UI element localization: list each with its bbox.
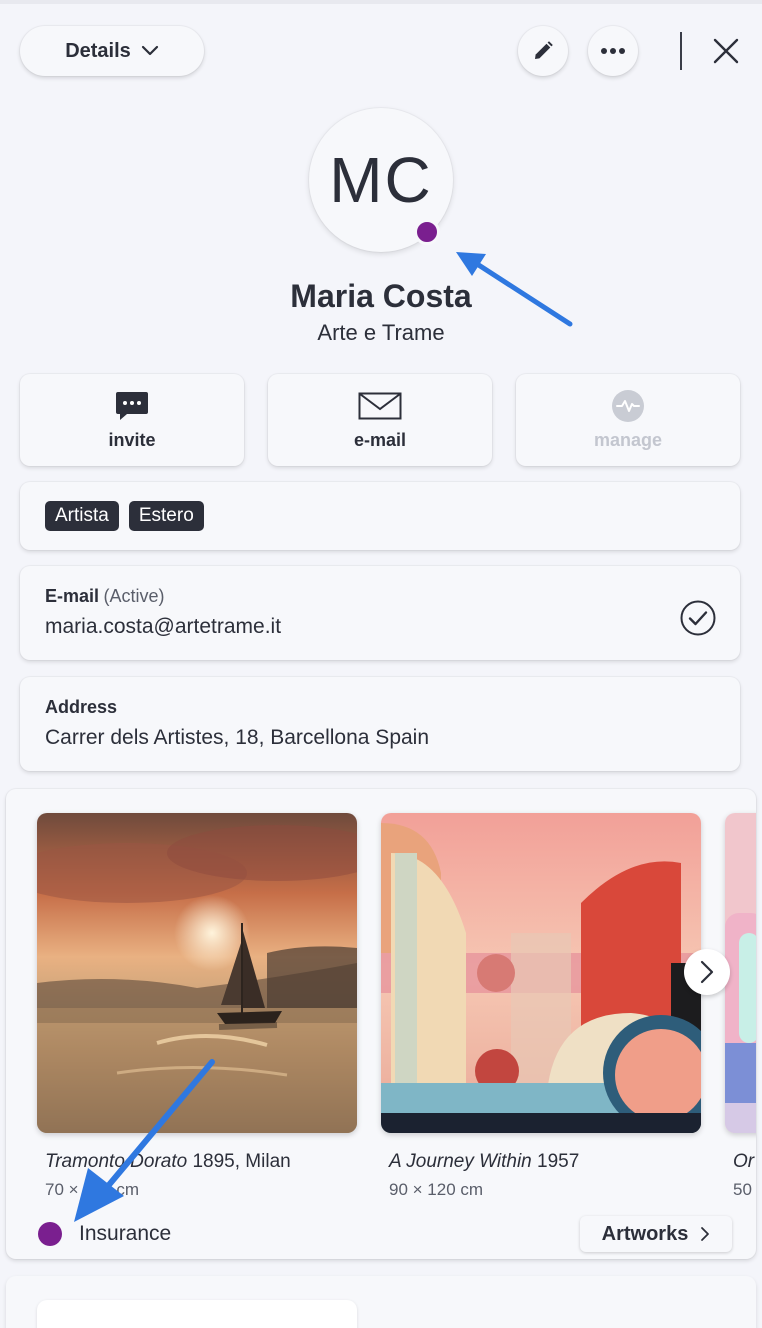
details-label: Details <box>65 39 131 62</box>
email-field-header: E-mail (Active) <box>45 586 715 607</box>
tags-card: Artista Estero <box>20 482 740 550</box>
insurance-dot <box>38 1222 62 1246</box>
artwork-title[interactable]: A Journey Within <box>389 1151 532 1172</box>
panel-edge <box>0 0 762 4</box>
email-label: e-mail <box>353 429 407 450</box>
artwork-title-line: A Journey Within 1957 <box>389 1151 579 1173</box>
email-card: E-mail (Active) maria.costa@artetrame.it <box>20 566 740 660</box>
invite-button[interactable]: invite <box>20 374 244 466</box>
check-circle-icon <box>680 600 716 636</box>
artwork-details: 1895, Milan <box>192 1151 291 1172</box>
tag-chip[interactable]: Estero <box>128 501 204 531</box>
sunset-painting-image <box>37 813 357 1133</box>
next-section-card <box>37 1300 357 1328</box>
contact-company: Arte e Trame <box>317 320 445 345</box>
artworks-button[interactable]: Artworks <box>580 1216 732 1252</box>
artwork-image[interactable] <box>37 813 357 1133</box>
close-button[interactable] <box>706 32 746 70</box>
email-status: (Active) <box>103 586 165 606</box>
header-divider <box>680 32 682 70</box>
address-field-label: Address <box>45 697 118 717</box>
more-horizontal-icon <box>601 48 625 54</box>
artwork-title-line: Or <box>733 1151 754 1173</box>
email-field-label: E-mail <box>45 586 100 606</box>
artwork-title[interactable]: Tramonto Dorato <box>45 1151 187 1172</box>
manage-button[interactable]: manage <box>516 374 740 466</box>
envelope-icon <box>358 392 402 419</box>
close-icon <box>713 38 739 64</box>
tag-chip[interactable]: Artista <box>45 501 119 531</box>
avatar-initials: MC <box>329 144 433 216</box>
chevron-right-icon <box>700 960 714 984</box>
artwork-title[interactable]: Or <box>733 1151 754 1172</box>
manage-label: manage <box>593 429 663 450</box>
invite-label: invite <box>108 429 156 450</box>
chevron-down-icon <box>141 45 158 56</box>
artwork-dimensions: 70 × 100 cm <box>45 1180 140 1199</box>
artwork-dimensions: 50 <box>733 1180 752 1199</box>
artworks-section: Tramonto Dorato 1895, Milan 70 × 100 cm … <box>6 789 756 1259</box>
artwork-image[interactable] <box>381 813 701 1133</box>
details-dropdown-button[interactable]: Details <box>20 26 204 76</box>
artworks-button-label: Artworks <box>601 1222 689 1245</box>
activity-icon <box>612 389 644 422</box>
edit-button[interactable] <box>518 26 568 76</box>
abstract-shapes-image <box>381 813 701 1133</box>
artwork-details: 1957 <box>537 1151 580 1172</box>
pencil-icon <box>535 41 553 59</box>
carousel-next-button[interactable] <box>684 949 730 995</box>
email-button[interactable]: e-mail <box>268 374 492 466</box>
next-section <box>6 1276 756 1328</box>
address-value[interactable]: Carrer dels Artistes, 18, Barcellona Spa… <box>45 726 715 750</box>
contact-name: Maria Costa <box>290 278 472 314</box>
insurance-label: Insurance <box>79 1222 172 1245</box>
more-options-button[interactable] <box>588 26 638 76</box>
status-indicator-dot <box>414 219 440 245</box>
chevron-right-icon <box>701 1227 710 1241</box>
email-address[interactable]: maria.costa@artetrame.it <box>45 615 715 639</box>
artwork-dimensions: 90 × 120 cm <box>389 1180 484 1199</box>
address-card: Address Carrer dels Artistes, 18, Barcel… <box>20 677 740 771</box>
chat-bubble-icon <box>116 391 148 420</box>
artwork-title-line: Tramonto Dorato 1895, Milan <box>45 1151 291 1173</box>
